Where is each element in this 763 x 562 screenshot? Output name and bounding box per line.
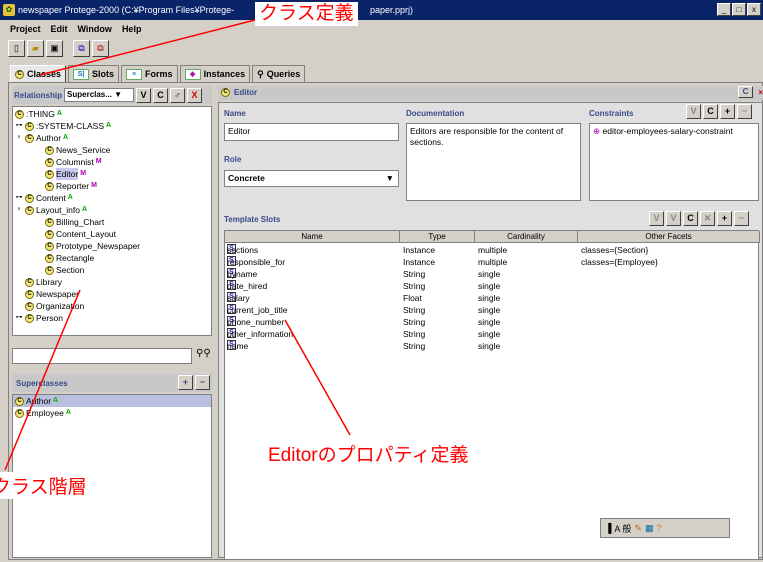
protege-window: ✿ newspaper Protege-2000 (C:¥Program Fil…	[0, 0, 763, 562]
class-hier-arrow	[4, 289, 81, 471]
annotation-lines	[4, 19, 351, 471]
editor-props-arrow	[284, 319, 351, 436]
editor-props-annotation: Editorのプロパティ定義	[264, 440, 473, 467]
class-def-annotation: クラス定義	[255, 2, 358, 26]
class-hier-annotation: クラス階層	[0, 472, 89, 499]
class-def-arrow	[39, 19, 256, 76]
